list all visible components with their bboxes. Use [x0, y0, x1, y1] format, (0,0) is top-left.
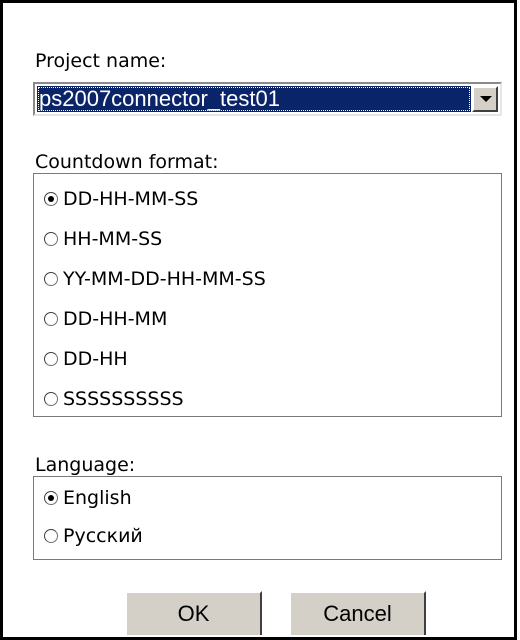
project-name-label: Project name: [35, 50, 167, 72]
countdown-format-group: DD-HH-MM-SS HH-MM-SS YY-MM-DD-HH-MM-SS D… [33, 173, 502, 417]
language-option-russian[interactable]: Русский [44, 523, 143, 549]
countdown-format-label: Countdown format: [35, 151, 219, 173]
countdown-option-dd-hh-mm[interactable]: DD-HH-MM [44, 306, 167, 332]
countdown-option-label: SSSSSSSSSS [63, 388, 184, 410]
language-option-label: English [63, 487, 132, 509]
radio-unchecked-icon[interactable] [44, 352, 58, 366]
countdown-option-label: YY-MM-DD-HH-MM-SS [63, 268, 266, 290]
countdown-option-dd-hh[interactable]: DD-HH [44, 346, 128, 372]
chevron-down-icon[interactable] [472, 86, 498, 112]
countdown-option-yy-mm-dd-hh-mm-ss[interactable]: YY-MM-DD-HH-MM-SS [44, 266, 266, 292]
ok-button[interactable]: OK [125, 591, 262, 635]
radio-unchecked-icon[interactable] [44, 529, 58, 543]
countdown-option-label: DD-HH [63, 348, 128, 370]
cancel-button[interactable]: Cancel [289, 591, 426, 635]
radio-checked-icon[interactable] [44, 192, 58, 206]
settings-dialog: Project name: ps2007connector_test01 Cou… [0, 0, 517, 640]
radio-checked-icon[interactable] [44, 491, 58, 505]
radio-unchecked-icon[interactable] [44, 312, 58, 326]
language-option-label: Русский [63, 525, 143, 547]
language-group: English Русский [33, 476, 502, 560]
project-name-select[interactable]: ps2007connector_test01 [33, 82, 502, 116]
countdown-option-hh-mm-ss[interactable]: HH-MM-SS [44, 226, 162, 252]
countdown-option-label: DD-HH-MM [63, 308, 168, 330]
countdown-option-label: DD-HH-MM-SS [63, 188, 199, 210]
language-label: Language: [35, 454, 136, 476]
countdown-option-dd-hh-mm-ss[interactable]: DD-HH-MM-SS [44, 186, 198, 212]
radio-unchecked-icon[interactable] [44, 232, 58, 246]
radio-unchecked-icon[interactable] [44, 392, 58, 406]
countdown-option-label: HH-MM-SS [63, 228, 163, 250]
language-option-english[interactable]: English [44, 485, 132, 511]
project-name-value[interactable]: ps2007connector_test01 [37, 86, 471, 112]
radio-unchecked-icon[interactable] [44, 272, 58, 286]
countdown-option-ssssssssss[interactable]: SSSSSSSSSS [44, 386, 184, 412]
